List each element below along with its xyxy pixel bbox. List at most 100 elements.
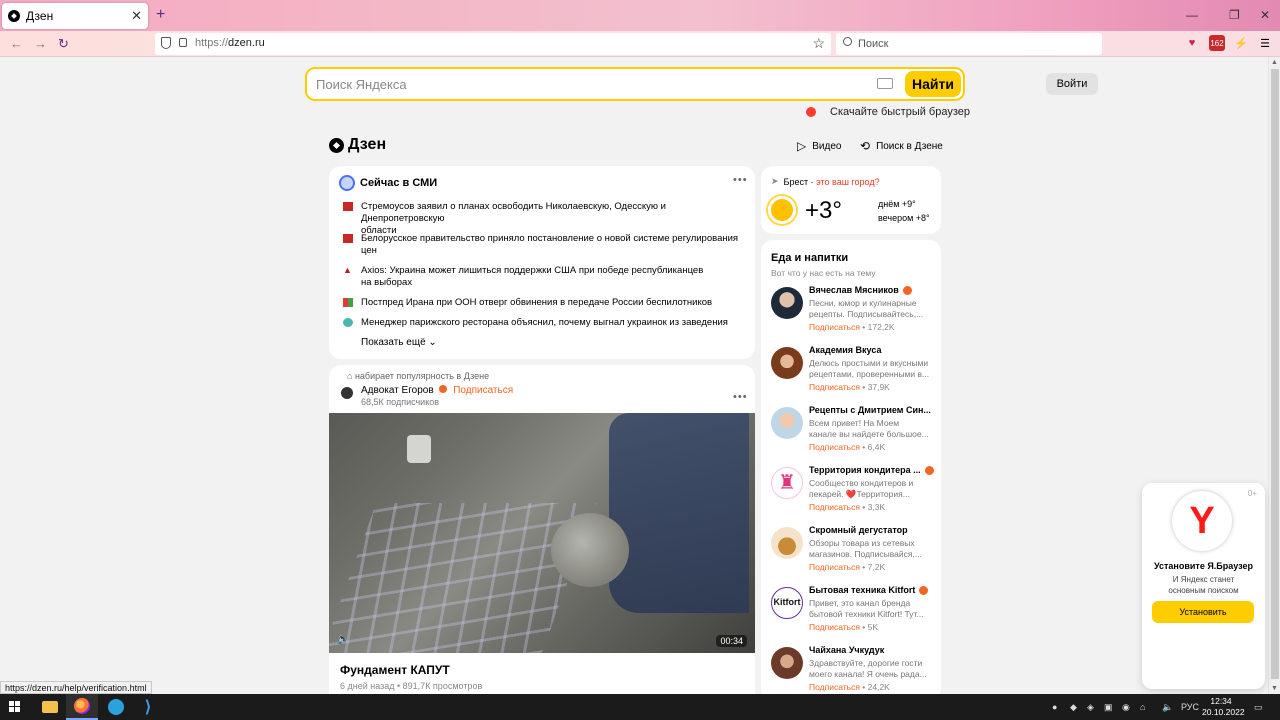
post-title[interactable]: Фундамент КАПУТ (340, 663, 450, 677)
news-source-icon (343, 298, 353, 307)
weather-location: ➤ Брест · это ваш город? (771, 176, 880, 187)
channel-item[interactable]: Чайхана Учкудук Здравствуйте, дорогие го… (771, 645, 939, 694)
tracking-shield-icon[interactable] (161, 37, 171, 49)
reload-icon[interactable]: ↻ (58, 36, 69, 52)
scroll-up-icon[interactable]: ▲ (1271, 59, 1278, 66)
subscribe-link[interactable]: Подписаться (809, 322, 860, 332)
dzen-logo-text: Дзен (348, 136, 387, 153)
channel-desc: Привет, это канал бренда бытовой техники … (809, 598, 924, 619)
tray-icon[interactable]: ◆ (1070, 702, 1077, 713)
forward-icon[interactable]: → (34, 36, 47, 51)
subscribe-link[interactable]: Подписаться (453, 385, 513, 396)
address-bar[interactable]: https://dzen.ru ☆ (155, 33, 831, 55)
download-browser-link[interactable]: Скачайте быстрый браузер (806, 106, 970, 118)
news-item[interactable]: Стремоусов заявил о планах освободить Ни… (343, 201, 743, 237)
subscribe-link[interactable]: Подписаться (809, 562, 860, 572)
yandex-search-placeholder: Поиск Яндекса (316, 77, 407, 92)
news-item[interactable]: Менеджер парижского ресторана объяснил, … (343, 317, 743, 329)
dzen-search-link[interactable]: ⟲ Поиск в Дзене (860, 139, 943, 153)
scrollbar-thumb[interactable] (1271, 69, 1279, 679)
yandex-search-bar[interactable]: Поиск Яндекса Найти (305, 67, 965, 101)
news-card-header[interactable]: Сейчас в СМИ (339, 175, 437, 191)
news-item-text: Стремоусов заявил о планах освободить Ни… (361, 201, 666, 236)
lock-icon[interactable] (179, 38, 187, 47)
channel-item[interactable]: Рецепты с Дмитрием Син... Всем привет! Н… (771, 405, 939, 463)
food-card-subtitle: Вот что у нас есть на тему (771, 268, 876, 278)
window-close-icon[interactable]: ✕ (1260, 8, 1270, 22)
news-item[interactable]: Белорусское правительство приняло постан… (343, 233, 743, 257)
show-more-button[interactable]: Показать ещё ⌄ (361, 337, 437, 348)
language-indicator[interactable]: РУС (1181, 702, 1199, 712)
telegram-icon[interactable] (100, 694, 132, 720)
browser-search-box[interactable]: Поиск (836, 33, 1102, 55)
channel-name: Территория кондитера ... (809, 465, 934, 475)
volume-icon[interactable]: 🔈 (1162, 702, 1173, 713)
network-icon[interactable]: ⌂ (1140, 702, 1145, 712)
author-name[interactable]: Адвокат Егоров (361, 385, 434, 396)
channel-item[interactable]: ♜ Территория кондитера ... Сообщество ко… (771, 465, 939, 523)
tray-icon[interactable]: ◉ (1122, 702, 1130, 713)
channel-avatar (771, 287, 803, 319)
menu-icon[interactable]: ☰ (1257, 35, 1273, 51)
news-item[interactable]: ▲ Axios: Украина может лишиться поддержк… (343, 265, 743, 289)
channel-item[interactable]: Вячеслав Мясников Песни, юмор и кулинарн… (771, 285, 939, 343)
tray-icon[interactable]: ● (1052, 702, 1057, 712)
weather-card[interactable]: ➤ Брест · это ваш город? +3° днём +9° ве… (761, 166, 941, 234)
news-source-icon: ▲ (343, 265, 352, 275)
bookmark-star-icon[interactable]: ☆ (812, 35, 825, 52)
video-player[interactable]: 🔈 00:34 (329, 413, 755, 653)
tray-icon[interactable]: ◈ (1087, 702, 1094, 713)
subscribe-link[interactable]: Подписаться (809, 442, 860, 452)
tray-icon[interactable]: ▣ (1104, 702, 1113, 713)
subscribe-link[interactable]: Подписаться (809, 622, 860, 632)
channel-name: Академия Вкуса (809, 345, 882, 355)
trending-label: ⌂ набирает популярность в Дзене (347, 371, 490, 381)
login-button[interactable]: Войти (1046, 73, 1098, 95)
vertical-scrollbar[interactable]: ▲ ▼ (1268, 57, 1280, 694)
video-link-label: Видео (812, 140, 842, 152)
news-source-icon (343, 202, 353, 211)
notifications-icon[interactable]: ▭ (1254, 702, 1263, 713)
promo-age-label[interactable]: 0+ (1248, 489, 1257, 498)
news-item[interactable]: Постпред Ирана при ООН отверг обвинения … (343, 297, 743, 309)
status-url-tooltip: https://dzen.ru/help/verification.html (0, 681, 152, 694)
tab-bar: Дзен ✕ + — ❐ ✕ (0, 0, 1280, 31)
video-link[interactable]: ▷ Видео (797, 139, 841, 153)
city-question-link[interactable]: это ваш город? (816, 177, 880, 187)
scroll-down-icon[interactable]: ▼ (1271, 685, 1278, 692)
restore-icon[interactable]: ❐ (1229, 8, 1240, 22)
more-options-icon[interactable]: ••• (733, 391, 748, 403)
find-button[interactable]: Найти (905, 71, 961, 97)
firefox-icon[interactable] (66, 694, 98, 720)
dzen-logo[interactable]: Дзен (329, 136, 386, 154)
channel-item[interactable]: Скромный дегустатор Обзоры товара из сет… (771, 525, 939, 583)
new-tab-icon[interactable]: + (156, 6, 165, 24)
close-tab-icon[interactable]: ✕ (131, 8, 142, 24)
browser-tab-dzen[interactable]: Дзен ✕ (2, 3, 148, 29)
yandex-browser-icon (806, 107, 816, 117)
channel-subscribe: Подписаться • 24,2K (809, 682, 890, 692)
mute-icon[interactable]: 🔈 (337, 634, 349, 645)
evening-temperature: вечером +8° (878, 213, 930, 223)
channel-item[interactable]: Kitfort Бытовая техника Kitfort Привет, … (771, 585, 939, 643)
channel-item[interactable]: Академия Вкуса Делюсь простыми и вкусным… (771, 345, 939, 403)
keyboard-icon[interactable] (877, 78, 893, 89)
vscode-icon[interactable]: ⟩ (132, 694, 164, 720)
install-button[interactable]: Установить (1152, 601, 1254, 623)
pocket-icon[interactable]: ♥ (1184, 35, 1200, 51)
subscribe-link[interactable]: Подписаться (809, 382, 860, 392)
minimize-icon[interactable]: — (1186, 8, 1198, 22)
verified-icon (439, 385, 448, 393)
author-avatar[interactable] (341, 387, 353, 399)
subscribe-link[interactable]: Подписаться (809, 502, 860, 512)
extension-badge[interactable]: 162 (1209, 35, 1225, 51)
more-options-icon[interactable]: ••• (733, 174, 748, 186)
news-source-logo-icon (339, 175, 355, 191)
food-channels-card: Еда и напитки Вот что у нас есть на тему… (761, 240, 941, 694)
clock[interactable]: 12:34 20.10.2022 (1202, 696, 1245, 718)
lightning-icon[interactable]: ⚡ (1233, 35, 1249, 51)
subscribe-link[interactable]: Подписаться (809, 682, 860, 692)
windows-start-icon[interactable] (9, 701, 21, 713)
file-explorer-icon[interactable] (34, 694, 66, 720)
back-icon[interactable]: ← (10, 36, 23, 51)
